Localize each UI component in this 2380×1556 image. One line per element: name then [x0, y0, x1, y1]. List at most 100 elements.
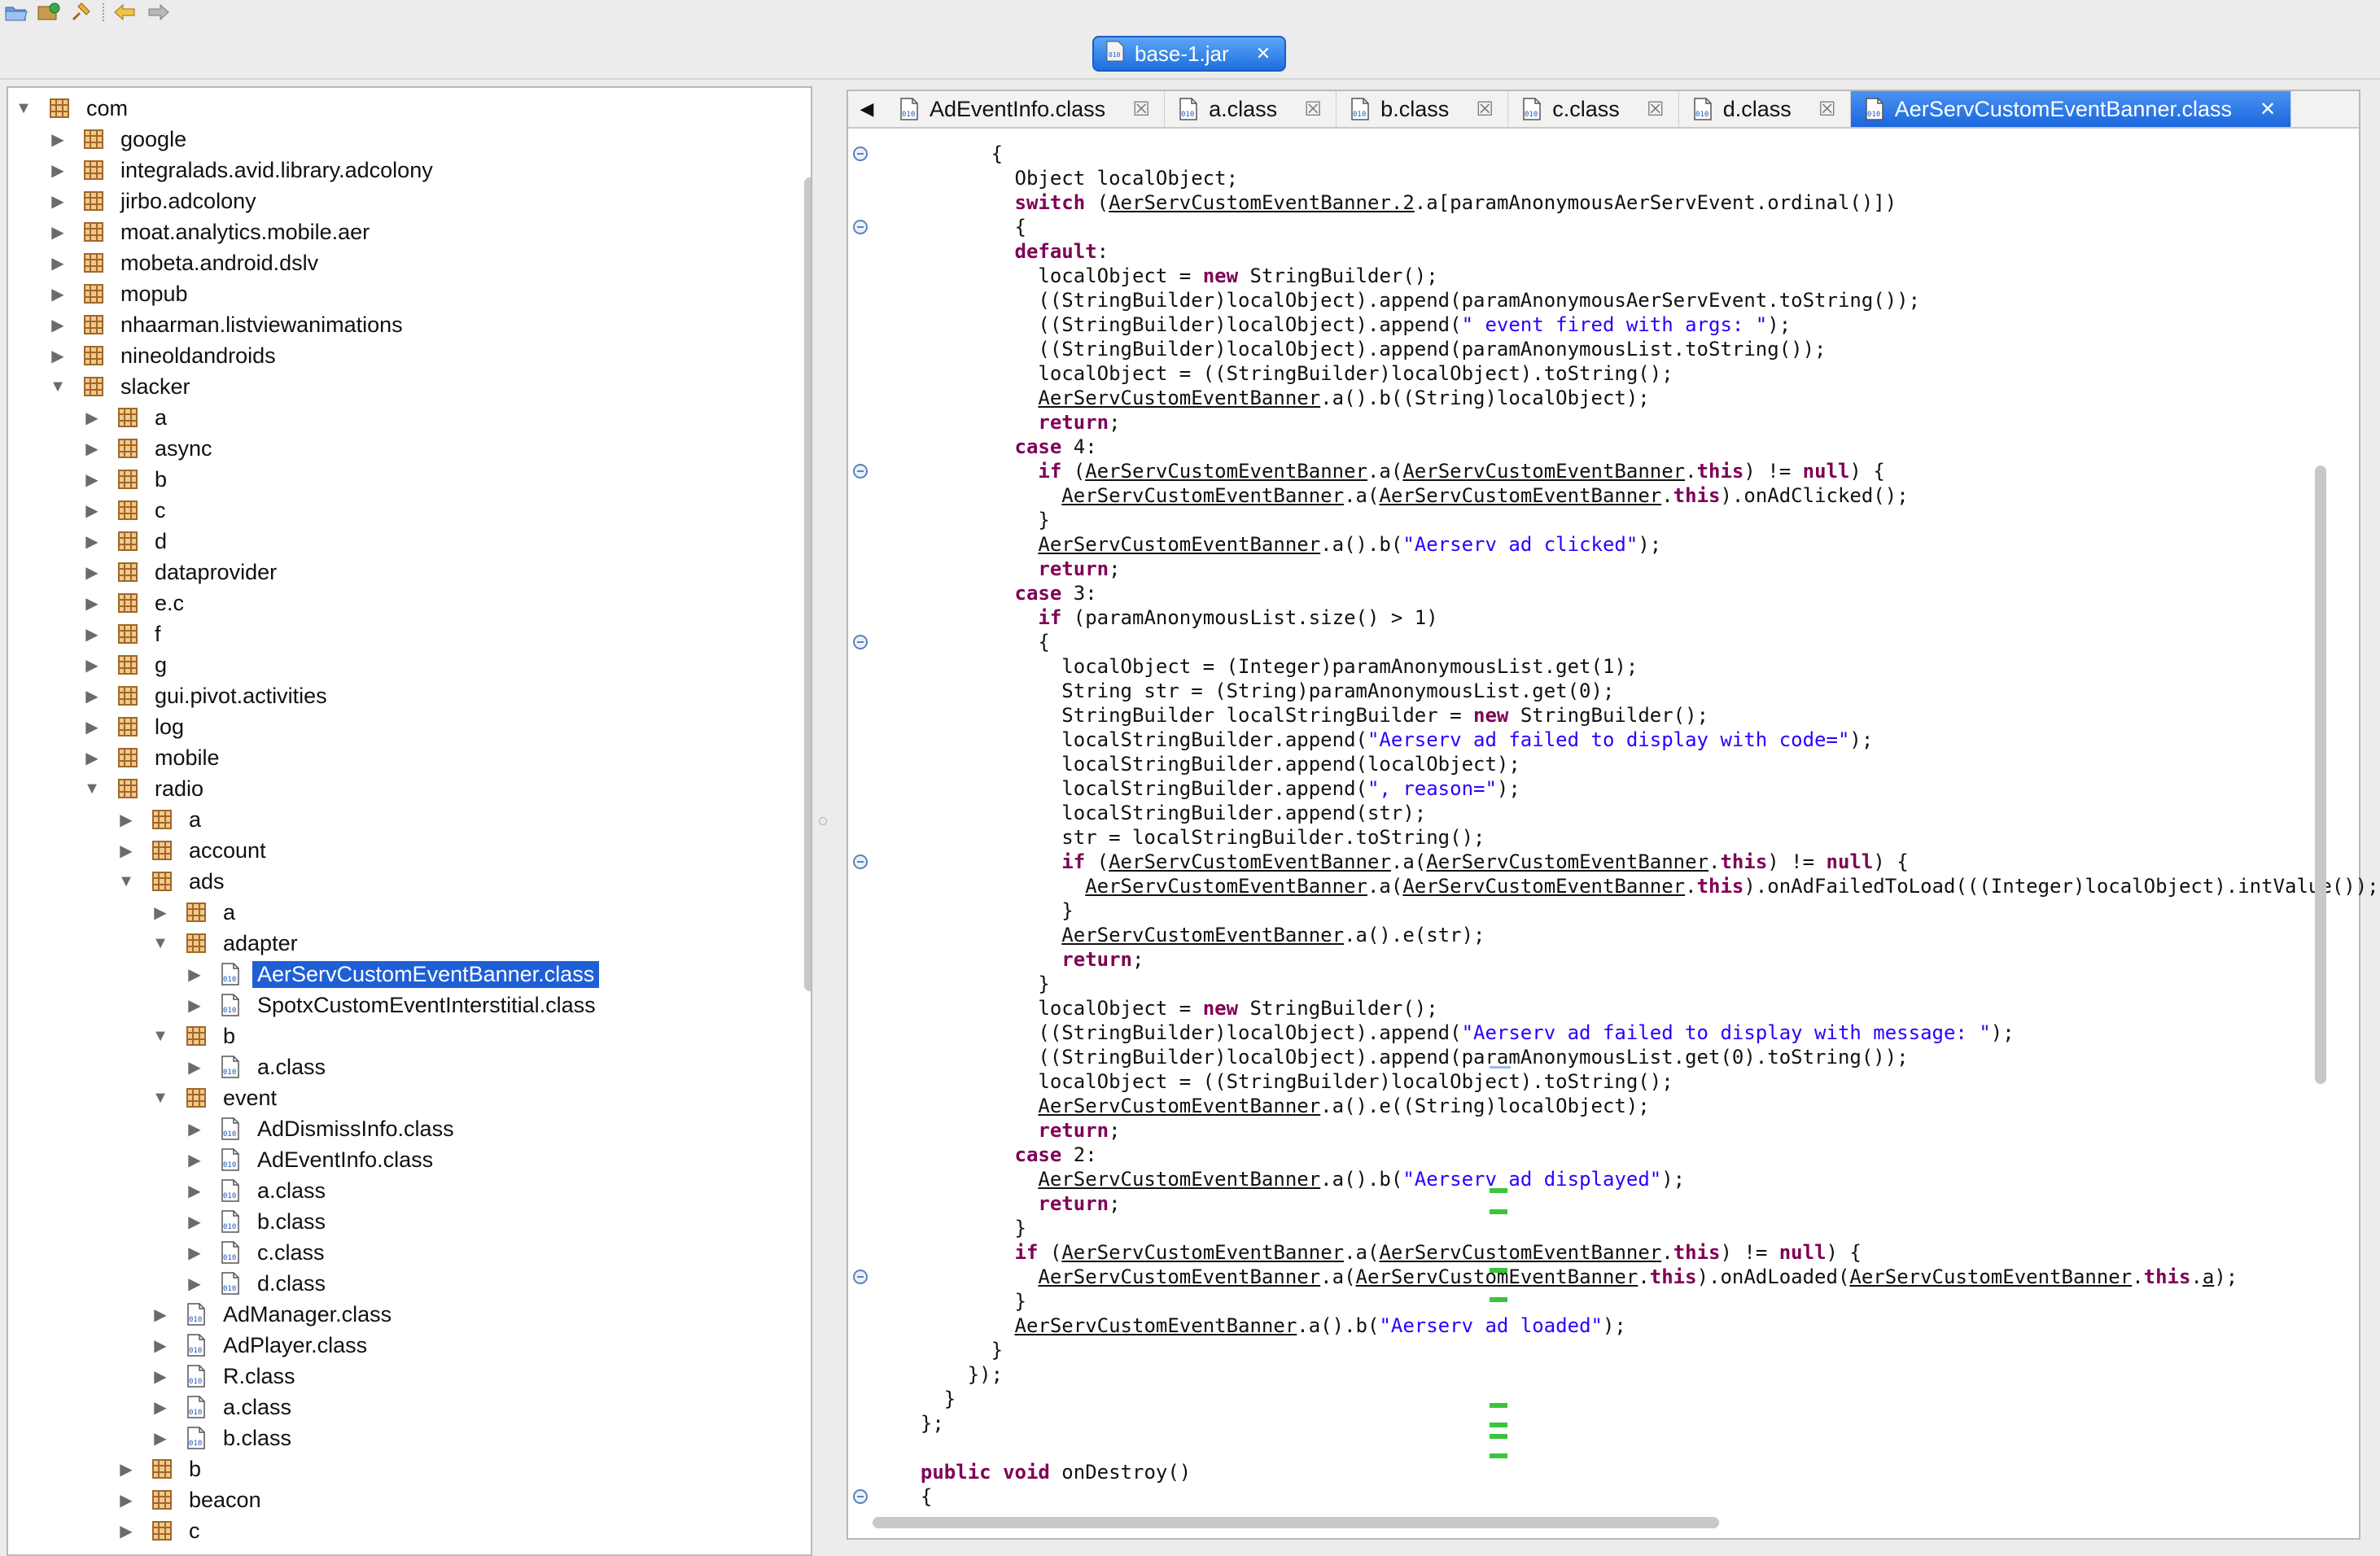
open-archive-icon[interactable]: [33, 0, 65, 24]
collapsed-arrow-icon[interactable]: ▶: [80, 436, 104, 461]
tree-class-node[interactable]: ▶ 010 R.class: [148, 1361, 300, 1392]
tree-package-node[interactable]: ▶ google: [46, 124, 191, 155]
tree-package-node[interactable]: ▼ event: [148, 1082, 282, 1113]
tree-package-node[interactable]: ▶ nineoldandroids: [46, 340, 281, 371]
collapsed-arrow-icon[interactable]: ▶: [46, 251, 70, 275]
tree-package-node[interactable]: ▶ nhaarman.listviewanimations: [46, 309, 408, 340]
tree-package-node[interactable]: ▼ b: [148, 1021, 240, 1051]
editor-tab[interactable]: 010 a.class ☒: [1165, 91, 1337, 127]
tree-class-node[interactable]: ▶ 010 c.class: [182, 1237, 330, 1268]
tree-package-node[interactable]: ▼ ads: [114, 866, 230, 897]
close-icon[interactable]: ☒: [1818, 98, 1837, 120]
tree-package-node[interactable]: ▶ c: [114, 1515, 205, 1546]
collapsed-arrow-icon[interactable]: ▶: [80, 405, 104, 430]
fold-toggle-icon[interactable]: [853, 1489, 868, 1504]
close-icon[interactable]: ☒: [1131, 98, 1151, 120]
tree-package-node[interactable]: ▼ adapter: [148, 928, 303, 959]
collapsed-arrow-icon[interactable]: ▶: [148, 1364, 173, 1388]
close-icon[interactable]: ☒: [1475, 98, 1494, 120]
tree-package-node[interactable]: ▶ b: [114, 1453, 206, 1484]
code-view[interactable]: { Object localObject; switch (AerServCus…: [897, 142, 2379, 1509]
tree-package-node[interactable]: ▶ moat.analytics.mobile.aer: [46, 216, 374, 247]
close-icon[interactable]: ✕: [1253, 43, 1273, 63]
jar-tab[interactable]: 010 base-1.jar ✕: [1092, 36, 1286, 72]
tree-class-node[interactable]: ▶ 010 b.class: [148, 1423, 296, 1453]
fold-toggle-icon[interactable]: [853, 1270, 868, 1284]
collapsed-arrow-icon[interactable]: ▶: [80, 745, 104, 770]
collapsed-arrow-icon[interactable]: ▶: [80, 560, 104, 584]
collapsed-arrow-icon[interactable]: ▶: [46, 282, 70, 306]
overview-mark[interactable]: [1490, 1403, 1507, 1408]
tree-class-node[interactable]: ▶ 010 AdManager.class: [148, 1299, 396, 1330]
tree-package-node[interactable]: ▶ d: [80, 526, 172, 557]
collapsed-arrow-icon[interactable]: ▶: [80, 529, 104, 553]
tree-class-node[interactable]: ▶ 010 a.class: [148, 1392, 296, 1423]
tree-class-node[interactable]: ▶ 010 a.class: [182, 1051, 330, 1082]
overview-ruler[interactable]: [1490, 1066, 1511, 1465]
collapsed-arrow-icon[interactable]: ▶: [148, 1395, 173, 1419]
tree-package-node[interactable]: ▶ mobeta.android.dslv: [46, 247, 323, 278]
collapsed-arrow-icon[interactable]: ▶: [114, 1488, 138, 1512]
tree-package-node[interactable]: ▼ com: [11, 93, 133, 124]
editor-vertical-scrollbar[interactable]: [2315, 465, 2326, 1084]
overview-mark[interactable]: [1490, 1209, 1507, 1214]
tree-class-node[interactable]: ▶ 010 b.class: [182, 1206, 330, 1237]
overview-mark[interactable]: [1490, 1297, 1507, 1302]
tree-package-node[interactable]: ▶ async: [80, 433, 217, 464]
forward-arrow-icon[interactable]: [142, 0, 174, 24]
collapsed-arrow-icon[interactable]: ▶: [46, 313, 70, 337]
tree-package-node[interactable]: ▼ radio: [80, 773, 208, 804]
tree-package-node[interactable]: ▶ gui.pivot.activities: [80, 680, 332, 711]
collapsed-arrow-icon[interactable]: ▶: [182, 1147, 207, 1172]
tree-package-node[interactable]: ▶ g: [80, 649, 172, 680]
collapsed-arrow-icon[interactable]: ▶: [182, 1178, 207, 1203]
collapsed-arrow-icon[interactable]: ▶: [80, 684, 104, 708]
tree-package-node[interactable]: ▼ slacker: [46, 371, 195, 402]
tree-scrollbar[interactable]: [804, 177, 811, 991]
tree-package-node[interactable]: ▶ dataprovider: [80, 557, 282, 588]
splitter-handle-icon[interactable]: [819, 817, 827, 825]
collapsed-arrow-icon[interactable]: ▶: [46, 220, 70, 244]
tree-class-node[interactable]: ▶ 010 d.class: [182, 1268, 330, 1299]
tree-class-node[interactable]: ▶ 010 a.class: [182, 1175, 330, 1206]
expanded-arrow-icon[interactable]: ▼: [80, 776, 104, 801]
editor-horizontal-scrollbar[interactable]: [873, 1517, 1719, 1528]
expanded-arrow-icon[interactable]: ▼: [148, 1086, 173, 1110]
overview-mark[interactable]: [1490, 1453, 1507, 1458]
fold-toggle-icon[interactable]: [853, 146, 868, 161]
collapsed-arrow-icon[interactable]: ▶: [46, 127, 70, 151]
collapsed-arrow-icon[interactable]: ▶: [46, 189, 70, 213]
expanded-arrow-icon[interactable]: ▼: [11, 96, 36, 120]
fold-toggle-icon[interactable]: [853, 854, 868, 869]
editor-tab[interactable]: 010 c.class ☒: [1508, 91, 1679, 127]
collapsed-arrow-icon[interactable]: ▶: [80, 715, 104, 739]
open-folder-icon[interactable]: [0, 0, 33, 24]
collapsed-arrow-icon[interactable]: ▶: [80, 622, 104, 646]
tree-package-node[interactable]: ▶ log: [80, 711, 189, 742]
tree-package-node[interactable]: ▶ a: [80, 402, 172, 433]
tree-package-node[interactable]: ▶ mopub: [46, 278, 193, 309]
collapsed-arrow-icon[interactable]: ▶: [80, 467, 104, 492]
collapsed-arrow-icon[interactable]: ▶: [182, 1117, 207, 1141]
tab-list-arrow-icon[interactable]: ◀: [848, 91, 886, 127]
close-icon[interactable]: ☒: [1303, 98, 1323, 120]
editor-tab[interactable]: 010 b.class ☒: [1337, 91, 1509, 127]
package-tree[interactable]: ▼ com ▶ google ▶ integralads.avid.library.adc…: [7, 86, 812, 1556]
collapsed-arrow-icon[interactable]: ▶: [182, 1209, 207, 1234]
editor-tab[interactable]: 010 AerServCustomEventBanner.class ✕: [1850, 91, 2291, 127]
back-arrow-icon[interactable]: [109, 0, 142, 24]
tree-class-node[interactable]: ▶ 010 AdDismissInfo.class: [182, 1113, 459, 1144]
tree-class-node[interactable]: ▶ 010 AdEventInfo.class: [182, 1144, 438, 1175]
collapsed-arrow-icon[interactable]: ▶: [80, 653, 104, 677]
expanded-arrow-icon[interactable]: ▼: [46, 374, 70, 399]
collapsed-arrow-icon[interactable]: ▶: [148, 900, 173, 924]
tree-package-node[interactable]: ▶ b: [80, 464, 172, 495]
collapsed-arrow-icon[interactable]: ▶: [80, 591, 104, 615]
expanded-arrow-icon[interactable]: ▼: [114, 869, 138, 894]
fold-toggle-icon[interactable]: [853, 464, 868, 479]
tree-package-node[interactable]: ▶ beacon: [114, 1484, 266, 1515]
overview-mark[interactable]: [1490, 1434, 1507, 1439]
tree-package-node[interactable]: ▶ account: [114, 835, 271, 866]
tree-package-node[interactable]: ▶ integralads.avid.library.adcolony: [46, 155, 438, 186]
editor-tab[interactable]: 010 AdEventInfo.class ☒: [886, 91, 1166, 127]
